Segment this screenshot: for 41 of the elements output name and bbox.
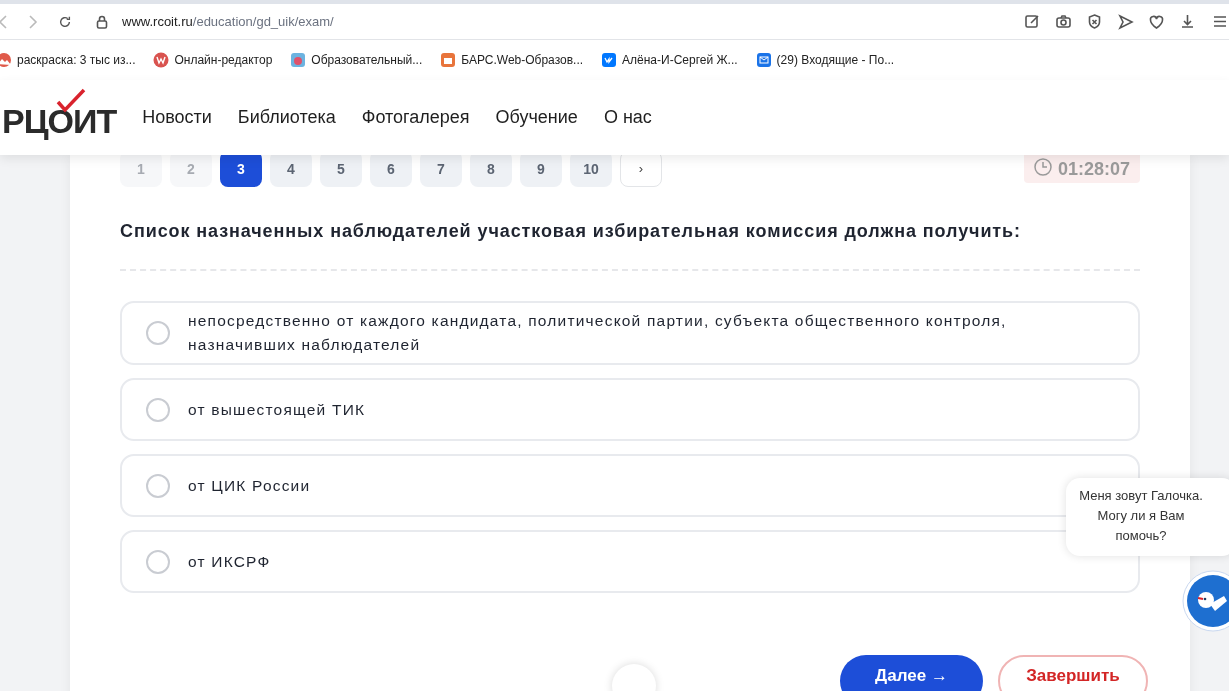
radio-button[interactable]: [146, 321, 170, 345]
answer-option[interactable]: от вышестоящей ТИК: [120, 378, 1140, 441]
answer-option[interactable]: непосредственно от каждого кандидата, политической партии, субъекта общественного контроля, назначивших наблюдателей: [120, 301, 1140, 365]
mail-icon: [755, 52, 772, 68]
nav-link[interactable]: Новости: [142, 104, 212, 131]
answer-text: непосредственно от каждого кандидата, политической партии, субъекта общественного контроля, назначивших наблюдателей: [188, 311, 1008, 355]
bookmark[interactable]: БАРС.Web-Образов...: [440, 51, 584, 69]
shield-icon[interactable]: [1086, 13, 1103, 30]
bookmark[interactable]: Алёна-И-Сергей Ж...: [601, 51, 738, 69]
chat-bubble: Меня зовут Галочка. Могу ли я Вам помочь?: [1066, 478, 1229, 556]
site-logo[interactable]: РЦОИТ: [2, 88, 117, 147]
lock-icon[interactable]: [96, 14, 108, 29]
briefcase-icon: [440, 52, 457, 68]
send-icon[interactable]: [1117, 13, 1134, 30]
bookmark[interactable]: Образовательный...: [290, 51, 423, 69]
bookmark[interactable]: (29) Входящие - По...: [755, 51, 895, 69]
w-logo-icon: [153, 52, 170, 68]
finish-button[interactable]: Завершить: [998, 655, 1148, 691]
address-field[interactable]: www.rcoit.ru/education/gd_uik/exam/: [122, 11, 334, 32]
nav-link[interactable]: Фотогалерея: [361, 104, 470, 131]
nav-link[interactable]: Обучение: [495, 104, 578, 131]
assistant-avatar-icon[interactable]: [1182, 570, 1229, 632]
radio-button[interactable]: [146, 549, 170, 574]
next-button[interactable]: Далее →: [840, 655, 983, 691]
bookmark[interactable]: раскраска: 3 тыс из...: [0, 51, 136, 69]
clock-icon: [1033, 158, 1052, 176]
question-text: Список назначенных наблюдателей участковая избирательная комиссия должна получить:: [120, 220, 1022, 243]
nav-link[interactable]: Библиотека: [237, 104, 336, 131]
radio-button[interactable]: [146, 473, 170, 498]
reload-icon[interactable]: [58, 14, 72, 29]
answer-text: от вышестоящей ТИК: [188, 399, 366, 420]
answer-text: от ИКСРФ: [188, 551, 271, 572]
edit-icon[interactable]: [1024, 13, 1041, 30]
download-icon[interactable]: [1179, 13, 1196, 30]
answer-text: от ЦИК России: [188, 475, 311, 496]
bookmark[interactable]: Онлайн-редактор: [153, 51, 273, 69]
heart-icon[interactable]: [1148, 13, 1165, 30]
nav-link[interactable]: О нас: [603, 104, 652, 131]
camera-icon[interactable]: [1055, 13, 1072, 30]
app-icon: [290, 52, 307, 68]
radio-button[interactable]: [146, 397, 170, 422]
